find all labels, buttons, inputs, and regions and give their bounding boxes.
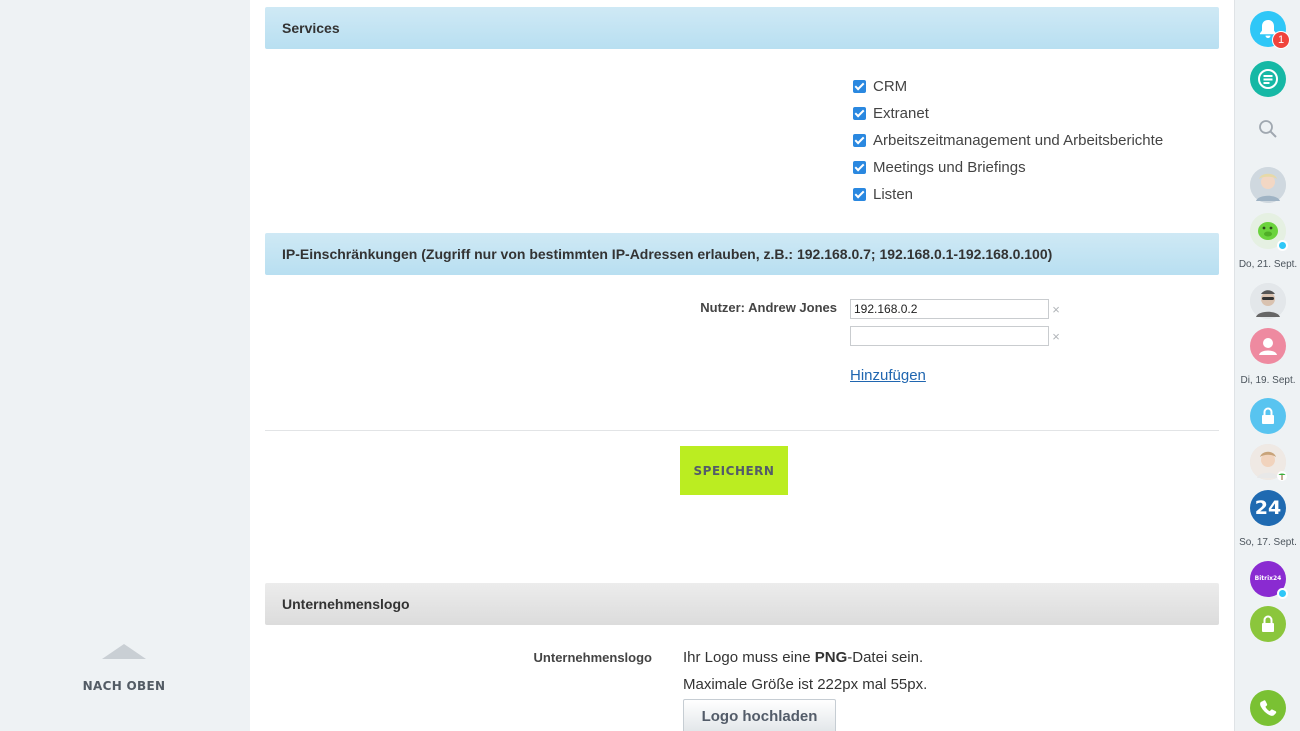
clear-ip-1-icon[interactable]: × [1050, 302, 1062, 317]
back-to-top-label: NACH OBEN [82, 679, 166, 693]
contact-avatar[interactable] [1250, 167, 1286, 203]
service-meetings[interactable]: Meetings und Briefings [853, 154, 1163, 181]
notifications-button[interactable]: 1 [1250, 11, 1290, 49]
service-label: CRM [873, 78, 908, 95]
user-photo-icon [1250, 167, 1286, 203]
checkbox-lists[interactable] [853, 188, 866, 201]
up-arrow-icon [102, 644, 146, 659]
user-placeholder-icon [1259, 338, 1277, 355]
logo-hint-format: PNG [814, 649, 848, 666]
lock-icon [1262, 615, 1274, 632]
service-lists[interactable]: Listen [853, 181, 1163, 208]
phone-icon [1260, 700, 1277, 716]
service-extranet[interactable]: Extranet [853, 100, 1163, 127]
recent-date-label: So, 17. Sept. [1239, 537, 1297, 548]
logo-hint-text: -Datei sein. [847, 649, 924, 666]
online-status-dot [1277, 240, 1288, 251]
lock-icon [1262, 407, 1274, 424]
open-lines-button[interactable] [1250, 61, 1286, 97]
service-label: Arbeitszeitmanagement und Arbeitsbericht… [873, 132, 1164, 149]
bitrix24-group-chat[interactable]: Bitrix24 [1250, 561, 1288, 599]
vacation-palm-icon [1277, 471, 1287, 481]
ip-address-input-2[interactable] [850, 326, 1049, 346]
notification-count-badge: 1 [1272, 31, 1290, 49]
logo-format-hint: Ihr Logo muss eine PNG-Datei sein. [683, 649, 923, 666]
save-button[interactable]: SPEICHERN [680, 446, 788, 495]
company-logo-section-header: Unternehmenslogo [265, 583, 1219, 625]
left-gutter: NACH OBEN [0, 0, 250, 731]
ip-user-label: Nutzer: Andrew Jones [700, 300, 837, 315]
service-crm[interactable]: CRM [853, 73, 1163, 100]
service-label: Listen [873, 186, 914, 203]
back-to-top-button[interactable]: NACH OBEN [78, 644, 170, 693]
service-label: Extranet [873, 105, 929, 122]
search-button[interactable] [1250, 111, 1286, 147]
checkbox-timeman[interactable] [853, 134, 866, 147]
ip-address-input-1[interactable] [850, 299, 1049, 319]
service-label: Meetings und Briefings [873, 159, 1026, 176]
ip-restrictions-section-header: IP-Einschränkungen (Zugriff nur von best… [265, 233, 1219, 275]
bitrix24-logo-icon: 24 [1254, 497, 1282, 519]
add-ip-link[interactable]: Hinzufügen [850, 367, 926, 384]
contact-avatar[interactable] [1250, 283, 1286, 319]
logo-hint-text: Ihr Logo muss eine [683, 649, 815, 666]
contact-avatar[interactable] [1250, 444, 1287, 481]
checkbox-extranet[interactable] [853, 107, 866, 120]
settings-panel: Services CRM Extranet Arbeitszeitmanagem… [250, 0, 1234, 731]
checkbox-crm[interactable] [853, 80, 866, 93]
user-photo-icon [1250, 283, 1286, 319]
service-timeman[interactable]: Arbeitszeitmanagement und Arbeitsbericht… [853, 127, 1163, 154]
divider [265, 430, 1219, 431]
contact-avatar[interactable] [1250, 213, 1288, 251]
search-icon [1259, 120, 1277, 138]
company-logo-field-label: Unternehmenslogo [533, 650, 652, 665]
recent-date-label: Do, 21. Sept. [1238, 259, 1298, 270]
contact-avatar[interactable] [1250, 328, 1286, 364]
right-sidebar: 1 Do, 21. Sept. Di, 19. Sept. 24 So, 17.… [1234, 0, 1300, 731]
services-list: CRM Extranet Arbeitszeitmanagement und A… [853, 73, 1163, 208]
logo-size-hint: Maximale Größe ist 222px mal 55px. [683, 676, 928, 693]
bitrix24-chat[interactable]: 24 [1250, 490, 1286, 526]
services-section-header: Services [265, 7, 1219, 49]
phone-button[interactable] [1250, 690, 1286, 726]
locked-chat[interactable] [1250, 606, 1286, 642]
checkbox-meetings[interactable] [853, 161, 866, 174]
locked-chat[interactable] [1250, 398, 1286, 434]
clear-ip-2-icon[interactable]: × [1050, 329, 1062, 344]
online-status-dot [1277, 588, 1288, 599]
upload-logo-button[interactable]: Logo hochladen [683, 699, 836, 731]
recent-date-label: Di, 19. Sept. [1240, 375, 1296, 386]
chat-icon [1258, 69, 1278, 89]
